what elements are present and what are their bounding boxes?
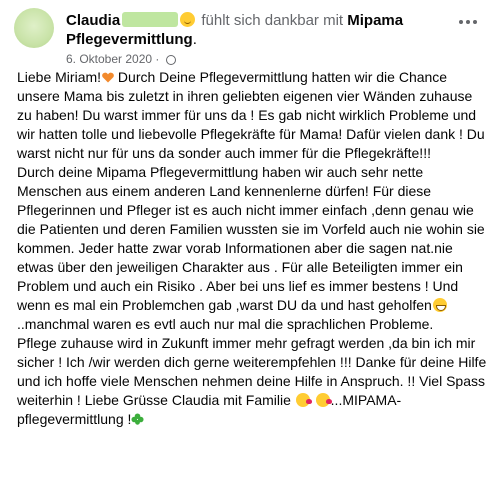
post-date[interactable]: 6. Oktober 2020 [66,52,152,66]
post-body: Liebe Miriam! Durch Deine Pflegevermittl… [17,68,487,429]
page-name-link-part2[interactable]: Pflegevermittlung [66,31,193,48]
more-icon-dot [459,20,463,24]
post-meta: 6. Oktober 2020 · [66,52,176,66]
paragraph-2: Durch deine Mipama Pflegevermittlung hab… [17,163,487,334]
paragraph-3: Pflege zuhause wird in Zukunft immer meh… [17,334,487,429]
paragraph-3-text: Pflege zuhause wird in Zukunft immer meh… [17,335,487,408]
paragraph-1-start: Liebe Miriam! [17,69,102,85]
paragraph-2-text: Durch deine Mipama Pflegevermittlung hab… [17,164,485,313]
page-name-link-part1[interactable]: Mipama [347,12,403,29]
header-line1: Claudia fühlt sich dankbar mit Mipama [66,11,403,30]
kiss-icon [295,393,312,407]
globe-icon[interactable] [165,55,176,65]
orange-heart-icon [102,72,114,83]
more-icon-dot [473,20,477,24]
paragraph-1: Liebe Miriam! Durch Deine Pflegevermittl… [17,68,487,163]
clover-icon [131,413,144,425]
post-header: Claudia fühlt sich dankbar mit Mipama Pf… [14,6,484,66]
page-name-suffix: . [192,31,197,48]
author-name[interactable]: Claudia [66,12,120,29]
more-icon-dot [466,20,470,24]
more-options-button[interactable] [454,12,482,32]
feeling-text: fühlt sich dankbar mit [201,12,344,29]
smiley-icon [180,12,196,27]
paragraph-2-end: ..manchmal waren es evtl auch nur mal di… [17,316,434,332]
kiss-icon [315,393,332,407]
redacted-surname [122,12,179,27]
meta-separator: · [152,52,163,66]
avatar[interactable] [14,8,54,48]
header-line2: Pflegevermittlung. [66,30,197,49]
grin-icon [432,298,447,312]
